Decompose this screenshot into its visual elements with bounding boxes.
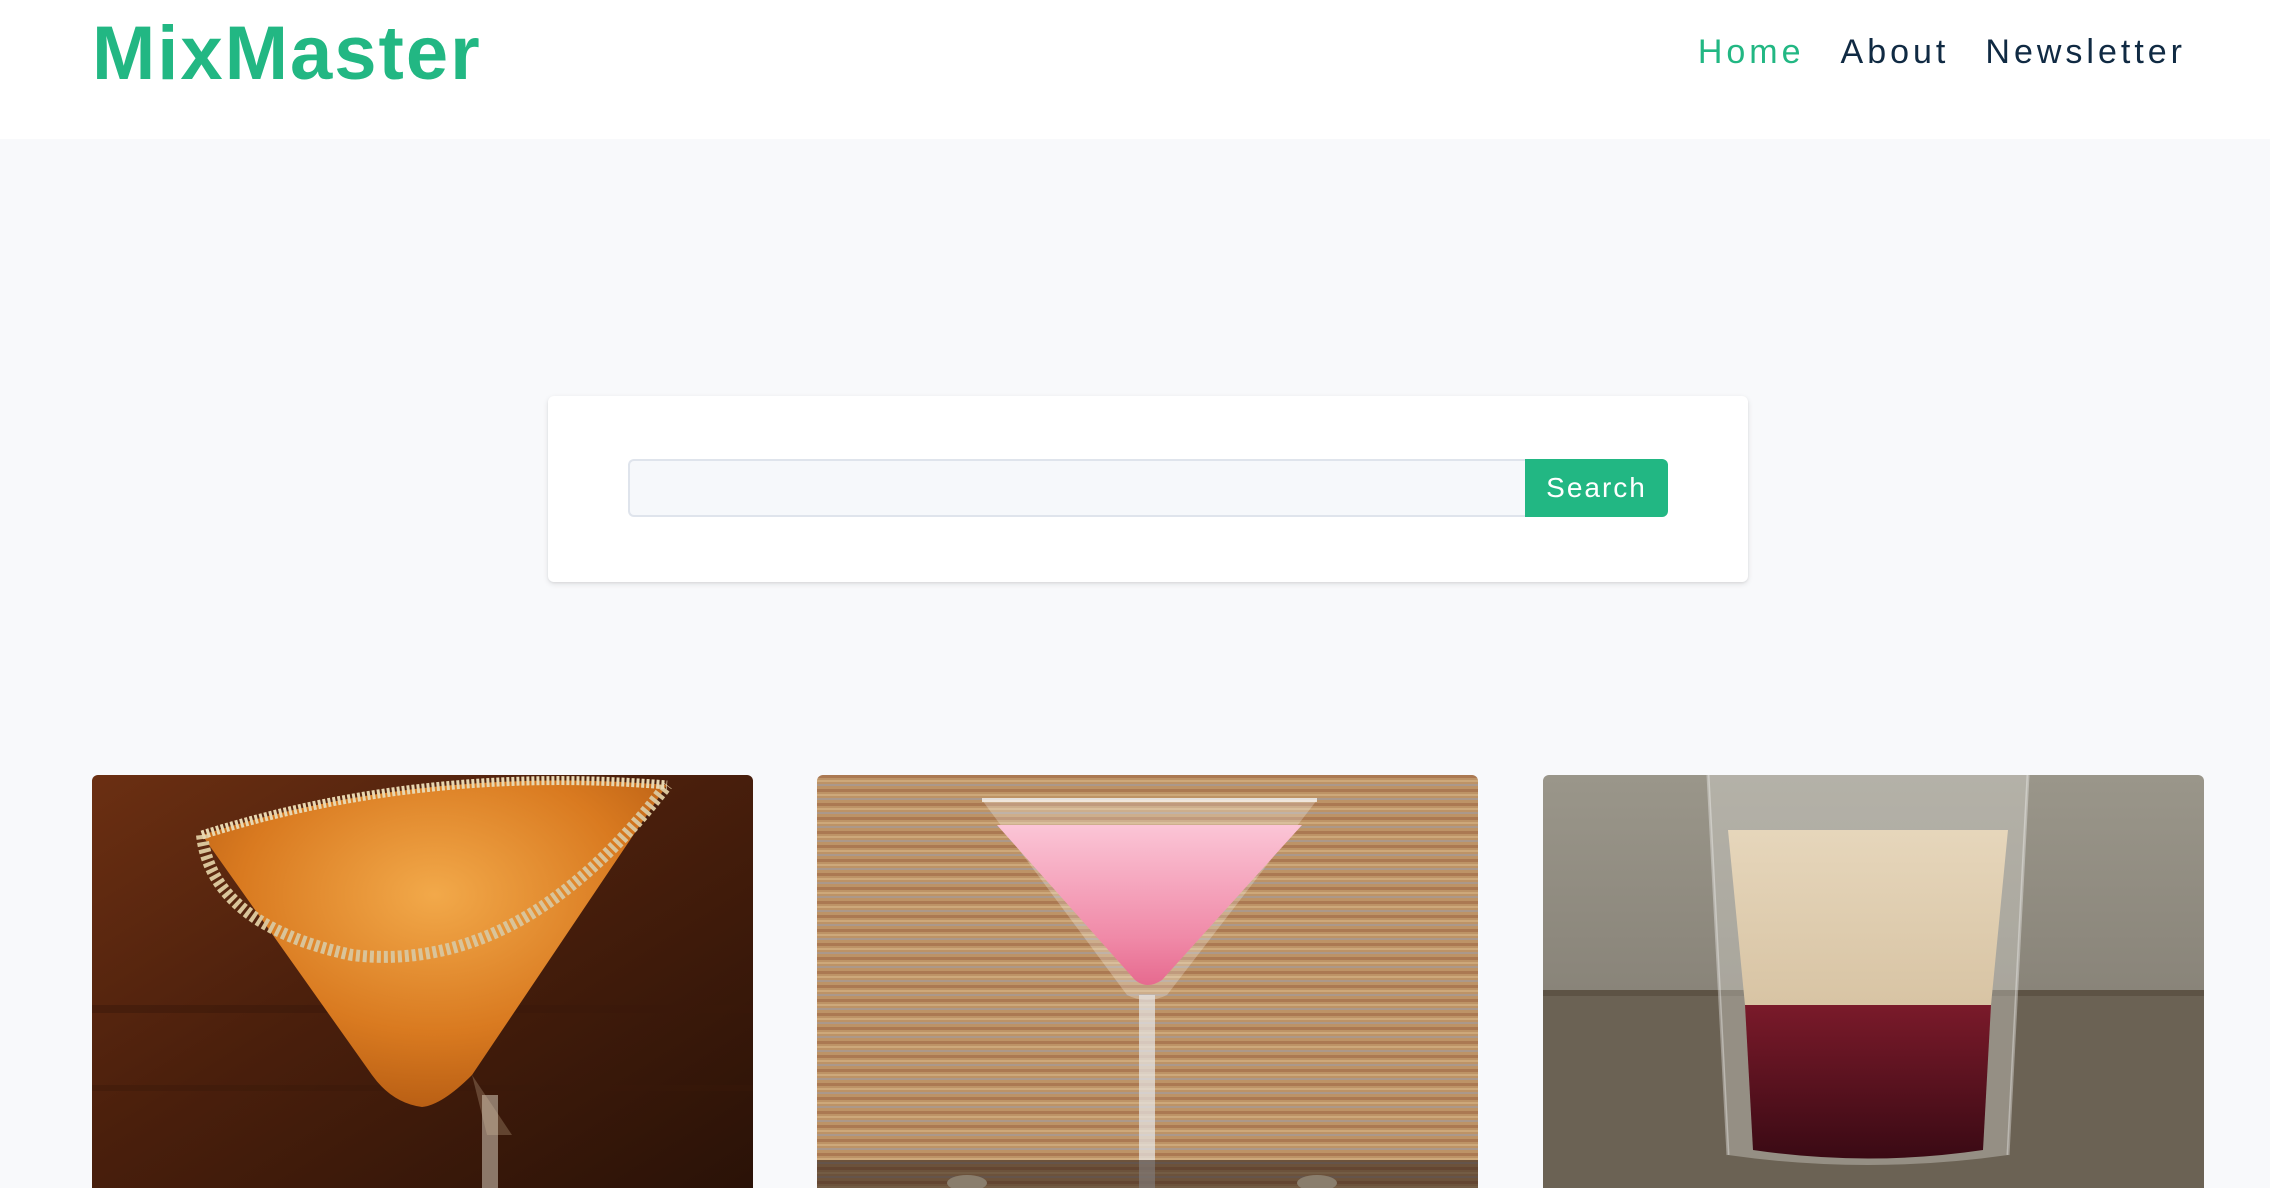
nav-link-newsletter[interactable]: Newsletter	[1985, 28, 2186, 76]
nav-link-home[interactable]: Home	[1698, 28, 1805, 76]
cocktail-card[interactable]	[817, 775, 1478, 1188]
main-nav: Home About Newsletter	[1698, 28, 2186, 76]
cocktail-list	[92, 775, 2204, 1188]
cocktail-card[interactable]	[1543, 775, 2204, 1188]
search-button[interactable]: Search	[1525, 459, 1668, 517]
search-card: Search	[548, 396, 1748, 582]
search-form: Search	[628, 459, 1668, 517]
site-logo[interactable]: MixMaster	[92, 10, 482, 97]
cocktail-image	[817, 775, 1478, 1188]
nav-link-about[interactable]: About	[1841, 28, 1950, 76]
cocktail-image	[92, 775, 753, 1188]
cocktail-image	[1543, 775, 2204, 1188]
search-input[interactable]	[628, 459, 1525, 517]
cocktail-card[interactable]	[92, 775, 753, 1188]
site-header: MixMaster Home About Newsletter	[0, 0, 2270, 139]
